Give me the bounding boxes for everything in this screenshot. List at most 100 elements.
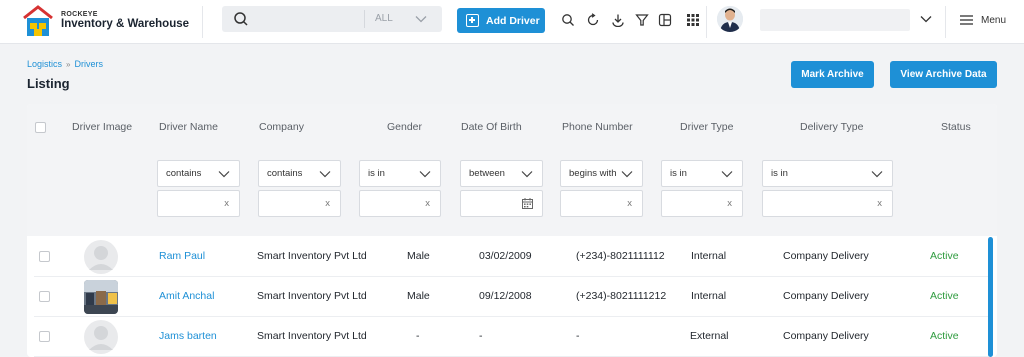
driver-image[interactable] — [84, 320, 118, 354]
column-header-delivery-type[interactable]: Delivery Type — [800, 121, 863, 133]
column-header-driver-image[interactable]: Driver Image — [72, 121, 132, 133]
driver-name-link[interactable]: Jams barten — [159, 330, 217, 342]
delivery-type-filter-input[interactable]: x — [762, 190, 893, 217]
clear-icon[interactable]: x — [425, 198, 430, 209]
mark-archive-button[interactable]: Mark Archive — [791, 61, 874, 88]
hamburger-menu-icon[interactable] — [960, 14, 973, 26]
company-filter-operator[interactable]: contains — [258, 160, 341, 187]
driver-type-cell: Internal — [691, 290, 727, 302]
company-filter-input[interactable]: x — [258, 190, 341, 217]
menu-label[interactable]: Menu — [981, 15, 1006, 26]
row-checkbox[interactable] — [39, 331, 50, 342]
search-icon[interactable] — [233, 11, 249, 27]
column-header-date-of-birth[interactable]: Date Of Birth — [461, 121, 522, 133]
clear-icon[interactable]: x — [627, 198, 632, 209]
default-avatar-icon — [84, 240, 118, 274]
driver-image[interactable] — [84, 240, 118, 274]
chevron-down-icon[interactable] — [415, 13, 427, 25]
chevron-down-icon — [319, 171, 331, 178]
brand-name: Inventory & Warehouse — [61, 18, 190, 30]
dob-filter-input[interactable] — [460, 190, 543, 217]
search-icon[interactable] — [561, 13, 575, 27]
phone-filter-operator[interactable]: begins with — [560, 160, 643, 187]
company-filter-operator-value: contains — [267, 168, 303, 179]
column-header-driver-type[interactable]: Driver Type — [680, 121, 734, 133]
add-driver-button[interactable]: Add Driver — [457, 8, 545, 33]
driver-type-cell: External — [690, 330, 729, 342]
driver-type-filter-operator[interactable]: is in — [661, 160, 743, 187]
refresh-icon[interactable] — [586, 13, 600, 27]
gender-filter-input[interactable]: x — [359, 190, 441, 217]
table-scrollbar[interactable] — [988, 237, 993, 357]
chevron-down-icon — [419, 171, 431, 178]
header-divider — [706, 6, 707, 38]
table-header: Driver Image Driver Name Company Gender … — [27, 104, 997, 148]
clear-icon[interactable]: x — [325, 198, 330, 209]
clear-icon[interactable]: x — [727, 198, 732, 209]
top-header: ROCKEYE Inventory & Warehouse ALL Add Dr… — [0, 0, 1024, 44]
driver-name-filter-operator-value: contains — [166, 168, 202, 179]
header-divider — [202, 6, 203, 38]
breadcrumb-separator-icon: » — [66, 60, 71, 69]
search-divider — [364, 10, 365, 28]
delivery-type-cell: Company Delivery — [783, 290, 869, 302]
global-search[interactable]: ALL — [222, 6, 442, 32]
breadcrumb: Logistics » Drivers — [27, 59, 103, 69]
column-header-status[interactable]: Status — [941, 121, 971, 133]
chevron-down-icon — [621, 171, 633, 178]
clear-icon[interactable]: x — [877, 198, 882, 209]
chevron-down-icon — [218, 171, 230, 178]
calendar-icon[interactable] — [522, 198, 533, 209]
column-header-driver-name[interactable]: Driver Name — [159, 121, 218, 133]
breadcrumb-drivers[interactable]: Drivers — [74, 59, 103, 69]
table-row[interactable]: Jams barten Smart Inventory Pvt Ltd - - … — [34, 317, 989, 357]
driver-name-link[interactable]: Amit Anchal — [159, 290, 214, 302]
column-header-phone-number[interactable]: Phone Number — [562, 121, 633, 133]
gender-filter-operator[interactable]: is in — [359, 160, 441, 187]
rockeye-logo[interactable] — [22, 4, 54, 38]
user-info-redacted[interactable] — [760, 9, 910, 31]
gender-cell: Male — [407, 250, 430, 262]
view-archive-data-button[interactable]: View Archive Data — [890, 61, 997, 88]
driver-name-link[interactable]: Ram Paul — [159, 250, 205, 262]
chevron-down-icon — [721, 171, 733, 178]
user-avatar[interactable] — [717, 6, 743, 32]
page-title: Listing — [27, 76, 70, 91]
dob-cell: - — [479, 330, 483, 342]
row-checkbox[interactable] — [39, 291, 50, 302]
clear-icon[interactable]: x — [224, 198, 229, 209]
driver-name-filter-operator[interactable]: contains — [157, 160, 240, 187]
phone-filter-input[interactable]: x — [560, 190, 643, 217]
row-checkbox[interactable] — [39, 251, 50, 262]
select-all-checkbox[interactable] — [35, 122, 46, 133]
column-header-gender[interactable]: Gender — [387, 121, 422, 133]
download-icon[interactable] — [611, 13, 625, 27]
chevron-down-icon — [871, 171, 883, 178]
breadcrumb-logistics[interactable]: Logistics — [27, 59, 62, 69]
driver-name-filter-input[interactable]: x — [157, 190, 240, 217]
grid-icon[interactable] — [686, 13, 700, 27]
driver-type-cell: Internal — [691, 250, 727, 262]
drivers-table: Driver Image Driver Name Company Gender … — [27, 104, 997, 357]
driver-image[interactable] — [84, 280, 118, 314]
add-driver-label: Add Driver — [486, 15, 540, 27]
driver-type-filter-operator-value: is in — [670, 168, 687, 179]
header-divider — [945, 6, 946, 38]
table-row[interactable]: Amit Anchal Smart Inventory Pvt Ltd Male… — [34, 277, 989, 317]
default-avatar-icon — [84, 320, 118, 354]
dob-filter-operator[interactable]: between — [460, 160, 543, 187]
search-scope-select[interactable]: ALL — [375, 13, 393, 24]
driver-photo — [84, 280, 118, 314]
column-header-company[interactable]: Company — [259, 121, 304, 133]
phone-cell: - — [576, 330, 580, 342]
delivery-type-filter-operator[interactable]: is in — [762, 160, 893, 187]
delivery-type-cell: Company Delivery — [783, 330, 869, 342]
columns-icon[interactable] — [658, 13, 672, 27]
driver-type-filter-input[interactable]: x — [661, 190, 743, 217]
dob-filter-operator-value: between — [469, 168, 505, 179]
table-row[interactable]: Ram Paul Smart Inventory Pvt Ltd Male 03… — [34, 237, 989, 277]
dob-cell: 03/02/2009 — [479, 250, 532, 262]
delivery-type-cell: Company Delivery — [783, 250, 869, 262]
filter-icon[interactable] — [635, 13, 649, 27]
chevron-down-icon[interactable] — [920, 13, 932, 25]
